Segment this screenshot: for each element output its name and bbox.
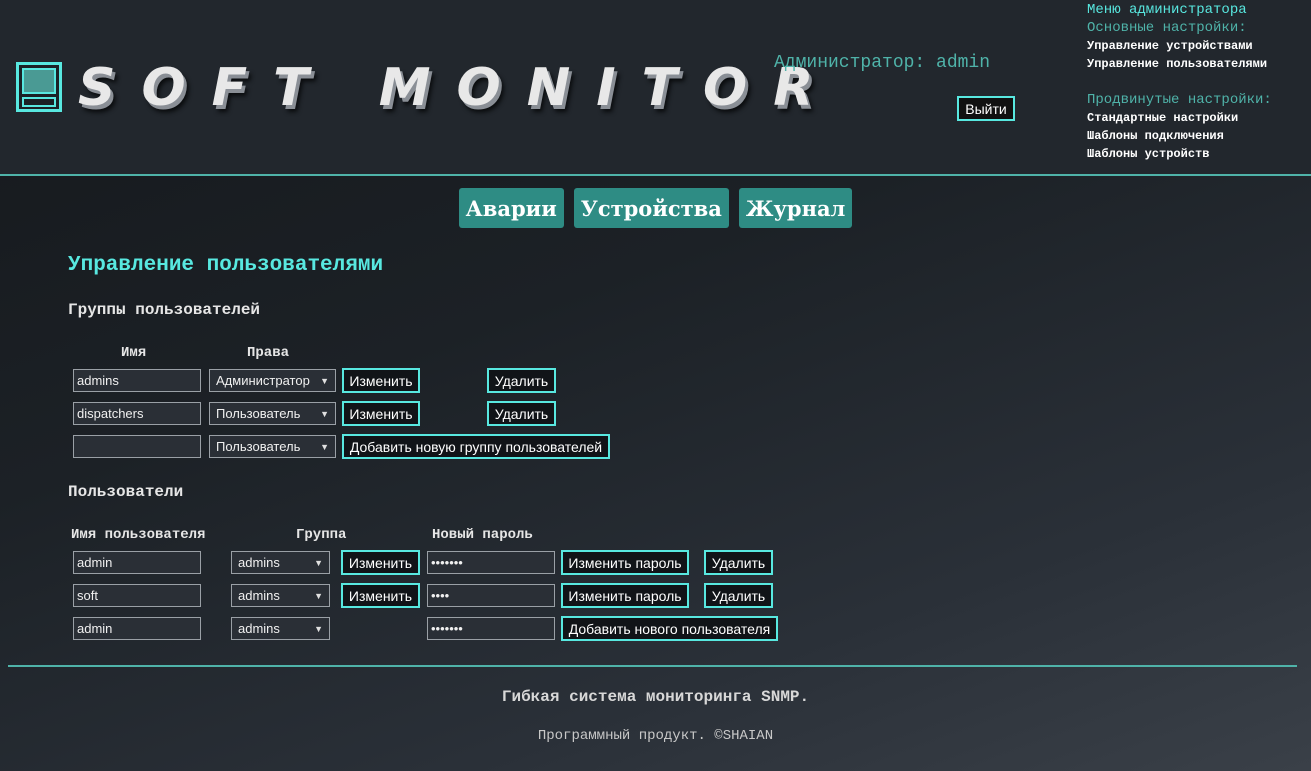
username-field[interactable]: admin [73,551,201,574]
edit-group-button[interactable]: Изменить [342,401,420,426]
new-group-rights-select[interactable]: Пользователь ▼ [209,435,336,458]
new-user-group-select[interactable]: admins ▼ [231,617,330,640]
page-title: Управление пользователями [68,254,384,277]
admin-menu: Меню администратора Основные настройки: … [1087,1,1309,163]
tab-journal[interactable]: Журнал [738,188,853,228]
group-name-field[interactable]: dispatchers [73,402,201,425]
add-user-button[interactable]: Добавить нового пользователя [561,616,778,641]
menu-link-connection-templates[interactable]: Шаблоны подключения [1087,127,1309,145]
new-group-name-field[interactable] [73,435,201,458]
chevron-down-icon: ▼ [320,375,329,386]
edit-user-button[interactable]: Изменить [341,550,420,575]
main-nav: Аварии Устройства Журнал [0,188,1311,228]
admin-menu-title[interactable]: Меню администратора [1087,1,1309,19]
change-password-button[interactable]: Изменить пароль [561,583,689,608]
new-password-field[interactable]: •••• [427,584,555,607]
edit-user-button[interactable]: Изменить [341,583,420,608]
chevron-down-icon: ▼ [314,590,323,601]
header: SOFT MONITOR Администратор: admin Выйти … [0,0,1311,176]
chevron-down-icon: ▼ [320,441,329,452]
new-password-field[interactable]: ••••••• [427,551,555,574]
logout-button[interactable]: Выйти [957,96,1015,121]
users-col-group: Группа [296,527,347,543]
delete-user-button[interactable]: Удалить [704,583,773,608]
menu-link-device-templates[interactable]: Шаблоны устройств [1087,145,1309,163]
monitor-icon [16,62,62,112]
admin-label: Администратор: admin [774,53,991,73]
group-rights-value: Администратор [216,373,310,388]
group-rights-value: Пользователь [216,406,301,421]
users-col-password: Новый пароль [432,527,533,543]
delete-user-button[interactable]: Удалить [704,550,773,575]
group-rights-select[interactable]: Администратор ▼ [209,369,336,392]
username-field[interactable]: soft [73,584,201,607]
group-rights-select[interactable]: Пользователь ▼ [209,402,336,425]
menu-link-users[interactable]: Управление пользователями [1087,55,1309,73]
user-group-value: admins [238,588,280,603]
new-group-rights-value: Пользователь [216,439,301,454]
advanced-settings-heading: Продвинутые настройки: [1087,92,1272,108]
users-title: Пользователи [68,483,184,501]
chevron-down-icon: ▼ [314,557,323,568]
menu-link-devices[interactable]: Управление устройствами [1087,37,1309,55]
menu-link-standard-settings[interactable]: Стандартные настройки [1087,109,1309,127]
chevron-down-icon: ▼ [320,408,329,419]
user-group-select[interactable]: admins ▼ [231,551,330,574]
edit-group-button[interactable]: Изменить [342,368,420,393]
footer-divider [8,665,1297,667]
user-group-value: admins [238,555,280,570]
delete-group-button[interactable]: Удалить [487,368,556,393]
groups-col-rights: Права [247,345,290,361]
tab-alarms[interactable]: Аварии [458,188,564,228]
new-username-field[interactable]: admin [73,617,201,640]
new-user-password-field[interactable]: ••••••• [427,617,555,640]
group-name-field[interactable]: admins [73,369,201,392]
footer-tagline: Гибкая система мониторинга SNMP. [501,688,810,706]
groups-title: Группы пользователей [68,301,261,319]
basic-settings-heading: Основные настройки: [1087,20,1247,36]
footer-copyright: Программный продукт. ©SHAIAN [537,728,774,744]
add-group-button[interactable]: Добавить новую группу пользователей [342,434,610,459]
delete-group-button[interactable]: Удалить [487,401,556,426]
change-password-button[interactable]: Изменить пароль [561,550,689,575]
logo-text: SOFT MONITOR [78,58,840,118]
groups-col-name: Имя [121,345,147,361]
users-col-username: Имя пользователя [71,527,206,543]
user-group-select[interactable]: admins ▼ [231,584,330,607]
new-user-group-value: admins [238,621,280,636]
tab-devices[interactable]: Устройства [573,188,729,228]
chevron-down-icon: ▼ [314,623,323,634]
